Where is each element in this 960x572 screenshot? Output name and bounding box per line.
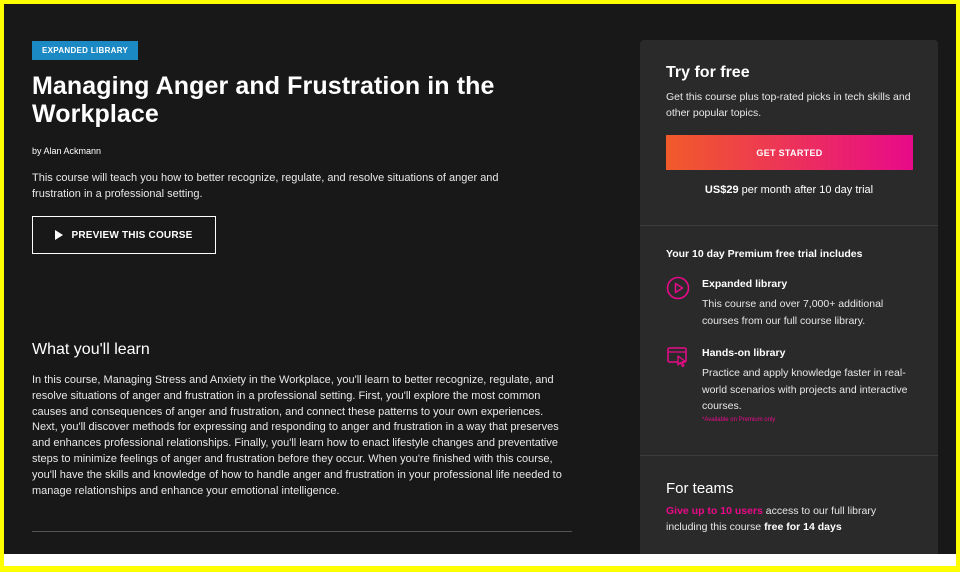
- trial-heading: Your 10 day Premium free trial includes: [666, 248, 863, 260]
- content-divider: [32, 531, 572, 532]
- price-amount: US$29: [704, 184, 739, 196]
- learn-body: In this course, Managing Stress and Anxi…: [32, 374, 562, 497]
- page-frame: EXPANDED LIBRARY Managing Anger and Frus…: [4, 4, 956, 554]
- expanded-library-badge: EXPANDED LIBRARY: [32, 41, 139, 60]
- play-circle-icon: [666, 276, 690, 329]
- teams-section: For teams Give up to 10 users access to …: [640, 456, 938, 535]
- learn-heading: What you'll learn: [32, 341, 150, 358]
- course-author[interactable]: by Alan Ackmann: [32, 146, 572, 156]
- feature-text: This course and over 7,000+ additional c…: [702, 298, 884, 327]
- try-text: Get this course plus top-rated picks in …: [666, 91, 911, 119]
- preview-course-label: PREVIEW THIS COURSE: [71, 229, 193, 241]
- feature-title: Expanded library: [702, 278, 788, 290]
- try-title: Try for free: [666, 64, 750, 81]
- trial-sidebar: Try for free Get this course plus top-ra…: [640, 40, 938, 554]
- play-icon: [55, 230, 64, 240]
- teams-text: Give up to 10 users access to our full l…: [666, 503, 912, 535]
- try-for-free-section: Try for free Get this course plus top-ra…: [640, 40, 938, 226]
- course-title: Managing Anger and Frustration in the Wo…: [32, 72, 495, 128]
- preview-course-button[interactable]: PREVIEW THIS COURSE: [32, 216, 216, 254]
- price-text: US$29 per month after 10 day trial: [666, 184, 912, 196]
- feature-hands-on-library: Hands-on library Practice and apply know…: [666, 345, 912, 423]
- hands-on-icon: [666, 345, 690, 423]
- teams-highlight: Give up to 10 users: [666, 505, 763, 517]
- feature-text: Practice and apply knowledge faster in r…: [702, 367, 908, 412]
- course-description: This course will teach you how to better…: [32, 172, 499, 200]
- feature-title: Hands-on library: [702, 347, 786, 359]
- bottom-strip: [4, 554, 956, 566]
- price-period: per month after 10 day trial: [738, 184, 874, 196]
- teams-title: For teams: [666, 480, 734, 497]
- premium-only-note: *Available on Premium only: [702, 416, 776, 423]
- teams-free-period: free for 14 days: [764, 521, 842, 533]
- feature-expanded-library: Expanded library This course and over 7,…: [666, 276, 912, 329]
- trial-includes-section: Your 10 day Premium free trial includes …: [640, 226, 938, 456]
- course-main: EXPANDED LIBRARY Managing Anger and Frus…: [32, 40, 572, 499]
- get-started-button[interactable]: GET STARTED: [666, 135, 913, 170]
